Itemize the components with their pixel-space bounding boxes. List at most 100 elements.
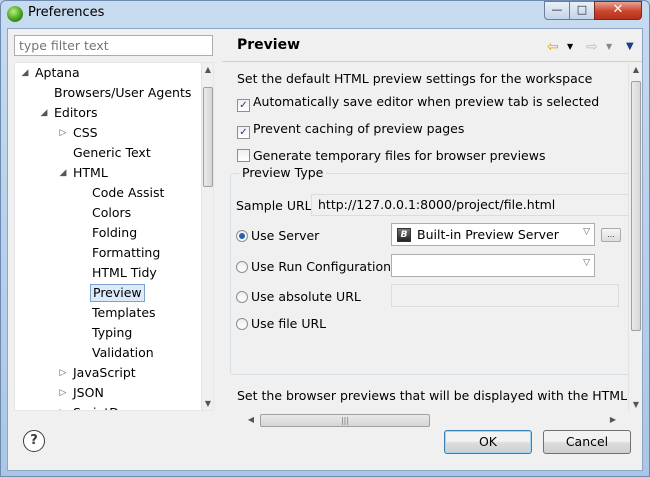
tree-item-label: Validation [92,345,154,360]
tree-item-browsers-user-agents[interactable]: Browsers/User Agents [15,84,201,102]
back-arrow-icon[interactable]: ⇦ [547,39,559,55]
tree-item-label: Preview [90,284,145,302]
chevron-down-icon: ▽ [583,227,590,237]
tree-item-aptana[interactable]: ◢ Aptana [15,64,201,82]
page-vertical-scrollbar[interactable]: ▲ ▼ [628,63,642,412]
auto-save-checkbox[interactable]: ✓ Automatically save editor when preview … [237,93,600,112]
configure-server-button[interactable]: … [601,228,621,242]
tree-item-templates[interactable]: Templates [15,304,201,322]
tree-expanded-icon[interactable]: ◢ [38,104,50,122]
use-file-url-radio[interactable]: Use file URL [236,315,326,333]
scroll-down-icon[interactable]: ▼ [631,400,641,409]
preferences-tree: ◢ Aptana Browsers/User Agents ◢ Editors ▷ CSS G… [14,62,214,411]
tree-item-label: HTML [73,165,108,180]
forward-menu-chevron-icon[interactable]: ▼ [606,42,612,51]
tree-item-json[interactable]: ▷ JSON [15,384,201,402]
eclipse-app-icon [7,6,23,22]
tree-item-label: ScriptDoc [71,404,135,410]
tree-item-editors[interactable]: ◢ Editors [15,104,201,122]
scroll-up-icon[interactable]: ▲ [203,65,213,74]
tree-item-validation[interactable]: Validation [15,344,201,362]
browser-previews-description: Set the browser previews that will be di… [237,388,642,403]
tree-collapsed-icon[interactable]: ▷ [57,124,69,142]
radio-button[interactable] [236,230,248,242]
run-configuration-combo[interactable]: ▽ [391,254,595,277]
server-combo[interactable]: B Built-in Preview Server ▽ [391,223,595,246]
page-horizontal-scrollbar[interactable]: ◀ ||| ▶ [222,412,642,429]
preferences-window: Preferences — □ ✕ ◢ Aptana Browsers/User A… [0,0,650,477]
tree-item-label: JavaScript [73,365,136,380]
tree-item-label: Aptana [35,65,80,80]
page-title: Preview [237,37,301,53]
prevent-caching-checkbox[interactable]: ✓ Prevent caching of preview pages [237,120,464,139]
scroll-left-icon[interactable]: ◀ [246,415,256,424]
cancel-button[interactable]: Cancel [543,430,631,454]
tree-horizontal-scrollbar[interactable] [14,411,214,420]
tree-item-preview[interactable]: Preview [15,284,201,302]
tree-item-scriptdoc[interactable]: ▷ScriptDoc [15,404,201,410]
checkbox-label: Generate temporary files for browser pre… [253,148,546,163]
tree-item-label: Formatting [92,245,161,260]
absolute-url-field[interactable] [391,284,619,307]
tree-collapsed-icon[interactable]: ▷ [57,404,69,410]
tree-expanded-icon[interactable]: ◢ [19,64,31,82]
tree-item-label: CSS [73,125,98,140]
close-button[interactable]: ✕ [594,1,642,20]
tree-item-html[interactable]: ◢ HTML [15,164,201,182]
tree-item-colors[interactable]: Colors [15,204,201,222]
scroll-up-icon[interactable]: ▲ [631,65,641,74]
tree-item-typing[interactable]: Typing [15,324,201,342]
tree-item-generic-text[interactable]: Generic Text [15,144,201,162]
scroll-right-icon[interactable]: ▶ [608,415,618,424]
tree-item-formatting[interactable]: Formatting [15,244,201,262]
scroll-thumb[interactable]: ||| [260,414,430,427]
checkbox-box[interactable]: ✓ [237,99,250,112]
ok-button[interactable]: OK [444,430,532,454]
tree-item-code-assist[interactable]: Code Assist [15,184,201,202]
page-header: Preview ⇦ ▼ ⇨ ▼ ▼ [222,29,642,59]
header-divider [222,61,642,62]
server-combo-value: Built-in Preview Server [417,227,559,242]
back-menu-chevron-icon[interactable]: ▼ [567,42,573,51]
radio-label: Use Run Configuration [251,259,392,274]
tree-item-label: Templates [92,305,156,320]
help-icon[interactable]: ? [23,430,45,452]
tree-item-label: Browsers/User Agents [54,85,192,100]
tree-item-label: Code Assist [92,185,165,200]
forward-arrow-icon[interactable]: ⇨ [586,39,598,55]
checkbox-box[interactable] [237,149,250,162]
view-menu-icon[interactable]: ▼ [626,41,634,52]
scroll-thumb[interactable] [203,87,213,187]
tree-item-html-tidy[interactable]: HTML Tidy [15,264,201,282]
scroll-thumb[interactable] [631,81,641,331]
use-run-configuration-radio[interactable]: Use Run Configuration [236,258,391,276]
tree-vertical-scrollbar[interactable]: ▲ ▼ [201,63,213,410]
tree-collapsed-icon[interactable]: ▷ [57,364,69,382]
filter-input[interactable] [14,35,213,56]
tree-item-label: Colors [92,205,132,220]
tree-item-label: HTML Tidy [92,265,157,280]
tree-item-folding[interactable]: Folding [15,224,201,242]
scroll-down-icon[interactable]: ▼ [203,399,213,408]
generate-temp-files-checkbox[interactable]: Generate temporary files for browser pre… [237,147,545,165]
preview-type-group: Preview Type Sample URL: http://127.0.0.… [230,165,630,375]
checkbox-box[interactable]: ✓ [237,126,250,139]
use-server-radio[interactable]: Use Server [236,227,319,245]
tree-item-label: JSON [73,385,104,400]
group-title: Preview Type [239,165,327,180]
tree-collapsed-icon[interactable]: ▷ [57,384,69,402]
checkbox-label: Automatically save editor when preview t… [253,94,600,109]
dialog-client-area: ◢ Aptana Browsers/User Agents ◢ Editors ▷ CSS G… [7,28,643,471]
minimize-button[interactable]: — [544,1,570,20]
tree-item-javascript[interactable]: ▷ JavaScript [15,364,201,382]
radio-button[interactable] [236,291,248,303]
tree-item-label: Typing [92,325,133,340]
tree-item-css[interactable]: ▷ CSS [15,124,201,142]
tree-expanded-icon[interactable]: ◢ [57,164,69,182]
radio-button[interactable] [236,318,248,330]
tree-item-label: Editors [54,105,98,120]
maximize-button[interactable]: □ [569,1,595,20]
radio-button[interactable] [236,261,248,273]
title-bar[interactable]: Preferences — □ ✕ [1,1,649,27]
use-absolute-url-radio[interactable]: Use absolute URL [236,288,361,306]
